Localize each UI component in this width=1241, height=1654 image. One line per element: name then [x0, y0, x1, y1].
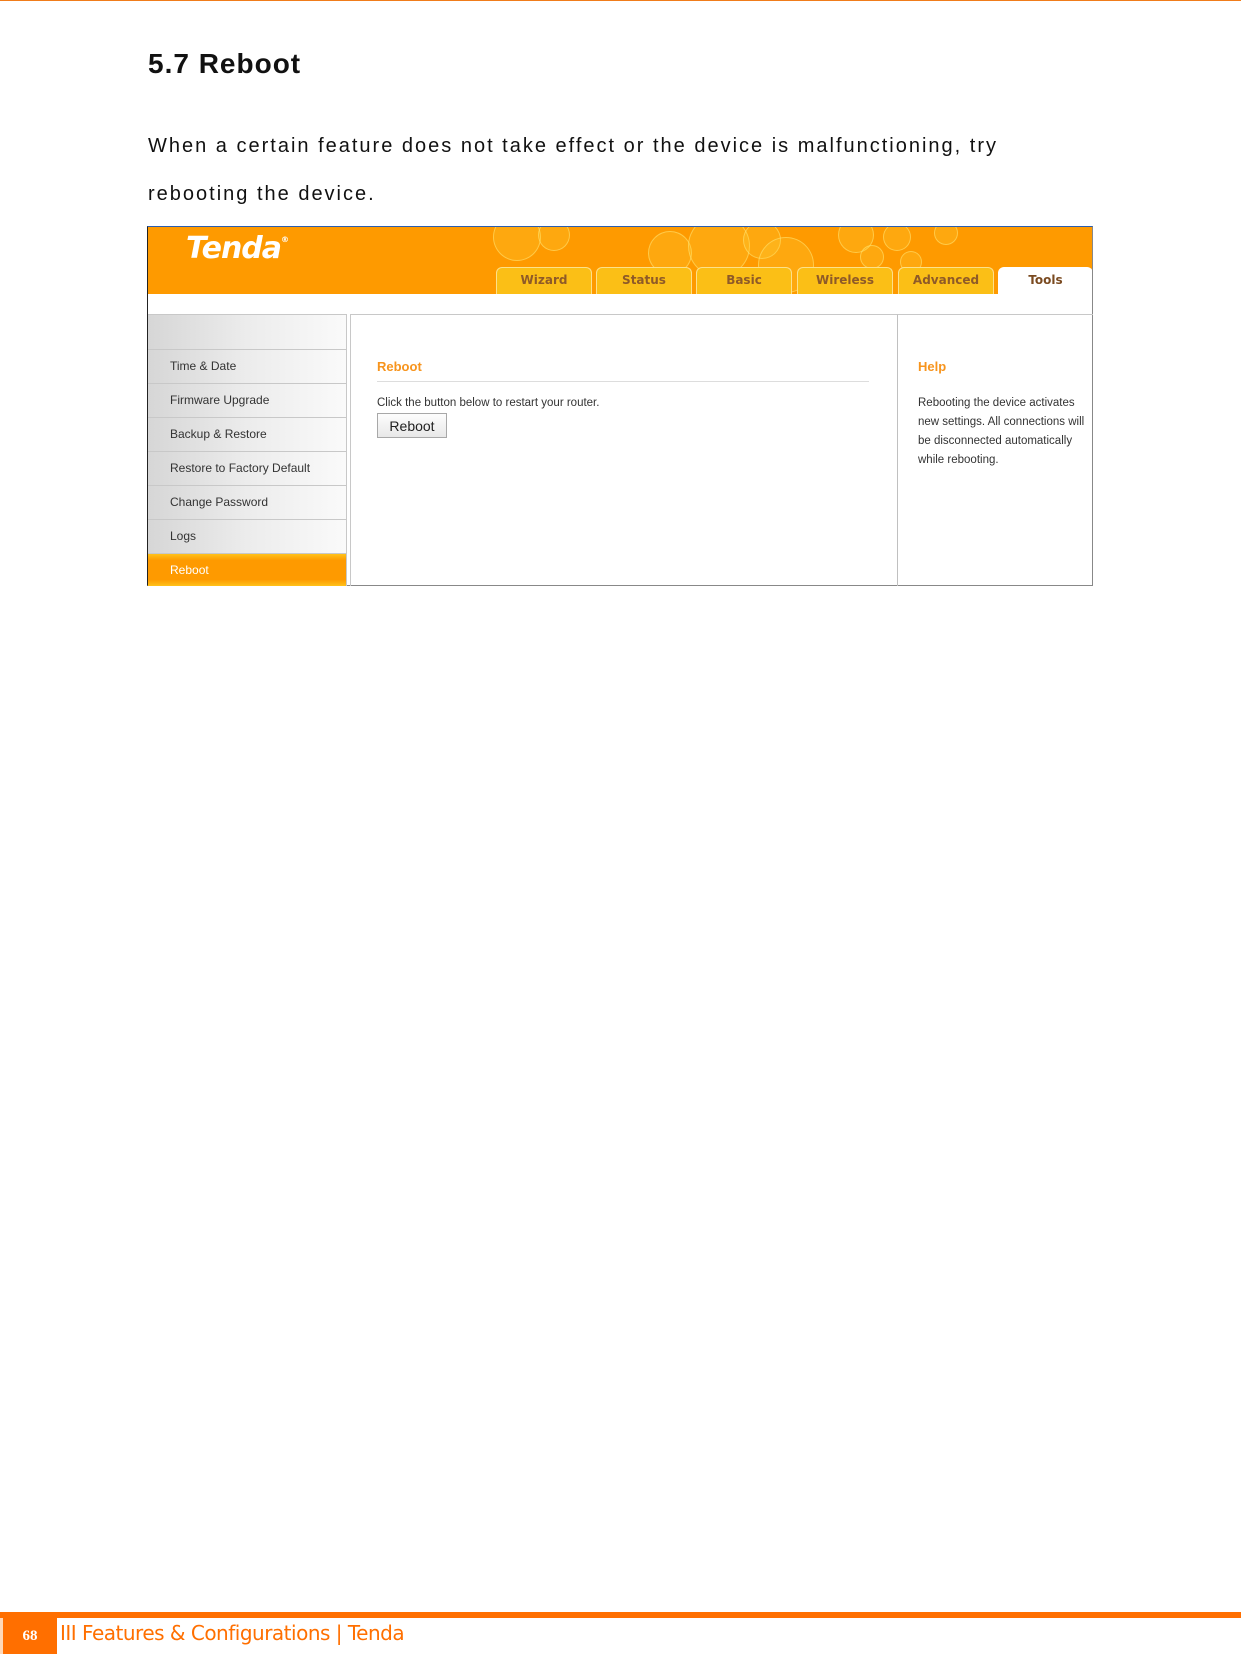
main-content-panel: Reboot Click the button below to restart…: [350, 314, 897, 586]
body-paragraph: When a certain feature does not take eff…: [148, 135, 999, 205]
help-title: Help: [918, 359, 947, 374]
router-header-banner: Tenda® Wizard Status Basic Wireless Adva…: [148, 227, 1092, 294]
page-number: 68: [3, 1618, 57, 1654]
decorative-bubble: [493, 227, 541, 261]
decorative-bubble: [934, 227, 958, 245]
running-title: III Features & Configurations | Tenda: [60, 1621, 405, 1645]
decorative-bubble: [883, 227, 911, 251]
tab-wireless[interactable]: Wireless: [797, 267, 893, 294]
tab-basic[interactable]: Basic: [696, 267, 792, 294]
registered-mark: ®: [281, 235, 289, 244]
tab-advanced[interactable]: Advanced: [898, 267, 994, 294]
section-heading: 5.7 Reboot: [148, 48, 302, 79]
help-panel: Help Rebooting the device activates new …: [897, 314, 1093, 586]
sidebar-item-change-password[interactable]: Change Password: [148, 486, 346, 520]
reboot-button[interactable]: Reboot: [377, 413, 447, 438]
decorative-bubble: [860, 245, 884, 269]
sidebar-item-firmware-upgrade[interactable]: Firmware Upgrade: [148, 384, 346, 418]
logo-text: Tenda: [186, 231, 282, 266]
tab-wizard[interactable]: Wizard: [496, 267, 592, 294]
sidebar-header: [148, 315, 346, 350]
sidebar-item-reboot[interactable]: Reboot: [148, 554, 346, 586]
sidebar-item-backup-restore[interactable]: Backup & Restore: [148, 418, 346, 452]
help-text: Rebooting the device activates new setti…: [918, 397, 1085, 466]
tab-tools[interactable]: Tools: [998, 267, 1092, 294]
sidebar-item-time-date[interactable]: Time & Date: [148, 350, 346, 384]
tenda-logo: Tenda®: [186, 231, 289, 266]
reboot-section-title: Reboot: [377, 359, 422, 374]
router-ui-screenshot: Tenda® Wizard Status Basic Wireless Adva…: [147, 226, 1093, 586]
tools-sidebar: Time & Date Firmware Upgrade Backup & Re…: [148, 314, 347, 586]
footer-rule: [0, 1612, 1241, 1618]
sidebar-item-factory-default[interactable]: Restore to Factory Default: [148, 452, 346, 486]
decorative-bubble: [538, 227, 570, 251]
tab-status[interactable]: Status: [596, 267, 692, 294]
sidebar-item-logs[interactable]: Logs: [148, 520, 346, 554]
page-top-rule: [0, 0, 1241, 1]
reboot-instruction: Click the button below to restart your r…: [377, 397, 600, 409]
section-divider: [377, 381, 869, 382]
